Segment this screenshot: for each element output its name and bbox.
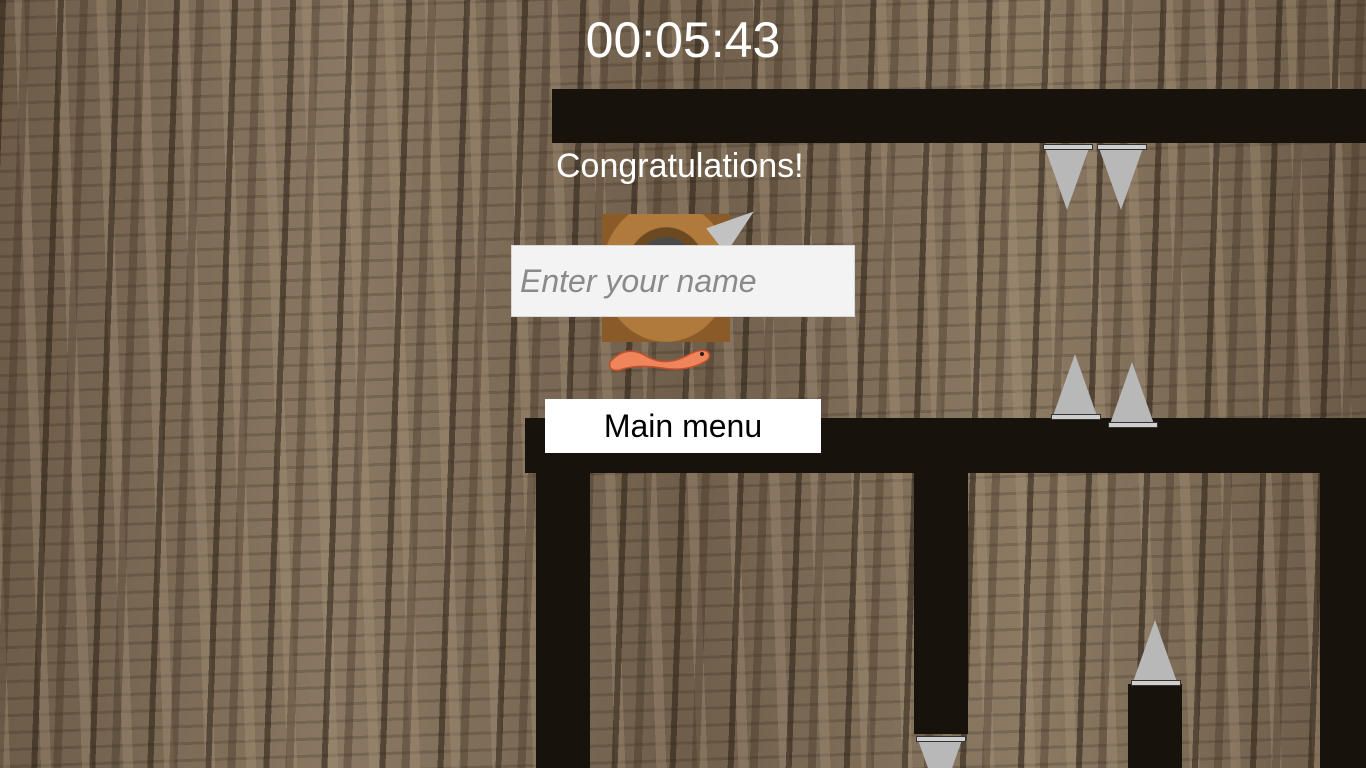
right-lower-block [1128,684,1182,768]
congratulations-title: Congratulations! [556,147,804,185]
timer: 00:05:43 [585,12,781,68]
name-input[interactable] [511,245,855,317]
spike-icon [1043,144,1093,210]
left-pillar [536,470,590,768]
game-scene [0,0,1366,768]
spike-icon [1051,354,1101,420]
main-menu-button[interactable]: Main menu [545,399,821,453]
right-pillar [1320,470,1366,768]
spike-icon [1131,620,1181,686]
worm-player-icon [608,349,711,372]
spike-icon [1097,144,1147,210]
spike-icon [916,736,966,768]
spike-icon [1108,362,1158,428]
top-platform [552,89,1366,143]
center-pillar [914,462,968,734]
